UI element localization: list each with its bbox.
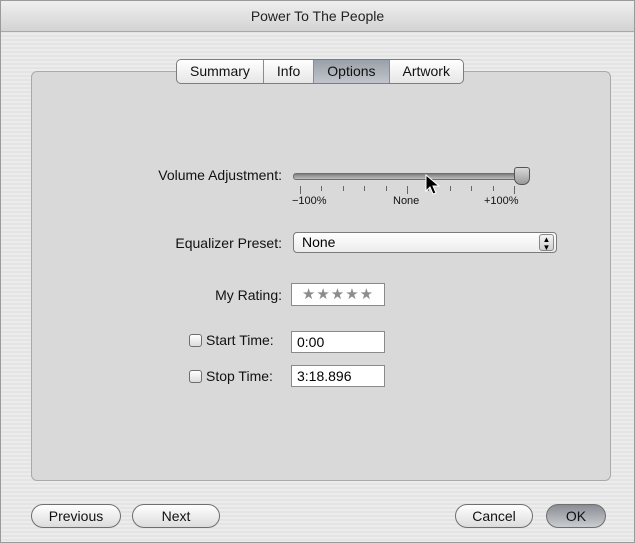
volume-slider-track[interactable] (293, 173, 525, 180)
slider-tick (449, 186, 451, 191)
slider-tick (514, 186, 515, 194)
tab-summary[interactable]: Summary (177, 60, 264, 83)
window-title: Power To The People (1, 1, 634, 32)
stop-time-field[interactable]: 3:18.896 (291, 365, 385, 387)
options-panel (31, 71, 611, 481)
previous-button[interactable]: Previous (31, 504, 121, 528)
slider-tick (471, 186, 473, 191)
equalizer-preset-select[interactable]: None ▲ ▼ (293, 232, 557, 253)
slider-tick (385, 186, 387, 191)
info-dialog-window: Power To The People Summary Info Options… (0, 0, 635, 543)
tab-bar: Summary Info Options Artwork (176, 59, 464, 84)
volume-max-label: +100% (484, 195, 519, 207)
start-time-checkbox[interactable] (189, 334, 202, 347)
ok-button[interactable]: OK (546, 504, 606, 528)
my-rating-label: My Rating: (215, 287, 282, 303)
equalizer-preset-label: Equalizer Preset: (175, 235, 282, 251)
slider-tick (321, 186, 323, 191)
slider-tick (364, 186, 366, 191)
volume-min-label: −100% (292, 195, 327, 207)
volume-adjustment-label: Volume Adjustment: (158, 167, 282, 183)
volume-mid-label: None (393, 195, 420, 207)
start-time-label: Start Time: (206, 332, 274, 348)
start-time-field[interactable]: 0:00 (291, 331, 385, 353)
cancel-button[interactable]: Cancel (455, 504, 533, 528)
stop-time-label: Stop Time: (206, 368, 273, 384)
rating-stars[interactable]: ★★★★★ (291, 283, 385, 306)
slider-tick (407, 186, 408, 194)
equalizer-preset-value: None (302, 234, 336, 250)
volume-slider-thumb[interactable] (514, 167, 530, 185)
slider-tick (492, 186, 494, 191)
next-button[interactable]: Next (132, 504, 220, 528)
slider-tick (342, 186, 344, 191)
updown-arrows-icon: ▲ ▼ (539, 234, 554, 252)
tab-info[interactable]: Info (264, 60, 315, 83)
stop-time-checkbox[interactable] (189, 370, 202, 383)
tab-options[interactable]: Options (314, 60, 390, 83)
tab-artwork[interactable]: Artwork (390, 60, 463, 83)
mouse-pointer-icon (425, 174, 441, 195)
slider-tick (300, 186, 301, 194)
